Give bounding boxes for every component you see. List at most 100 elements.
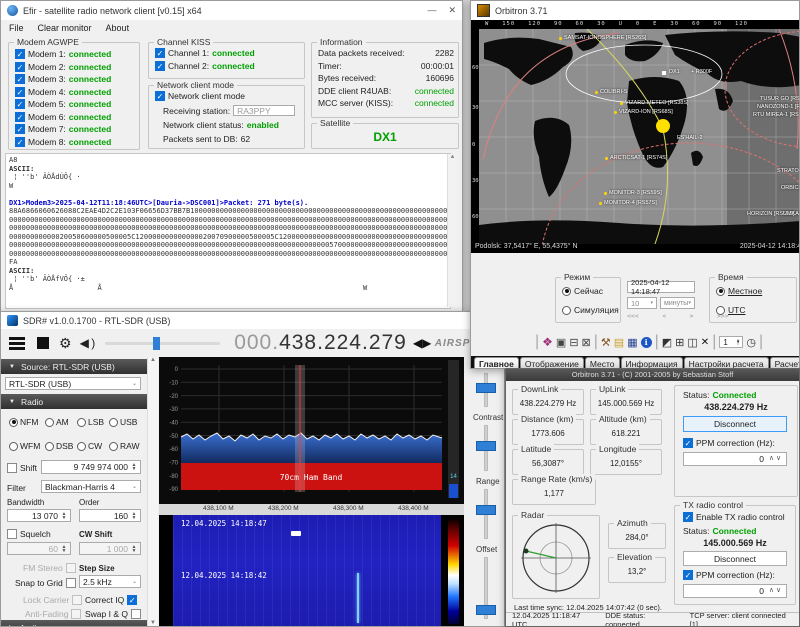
- gear-icon[interactable]: ⚙: [59, 335, 72, 352]
- waterfall-display[interactable]: 12.04.2025 14:18:47 12.04.2025 14:18:42: [159, 515, 464, 627]
- level-meter[interactable]: 14: [448, 360, 459, 498]
- sdr-titlebar[interactable]: SDR# v1.0.0.1700 - RTL-SDR (USB): [1, 312, 504, 329]
- receiving-station-input[interactable]: RA3PPY: [233, 105, 295, 116]
- modem-row[interactable]: ✓Modem 1:connected: [15, 49, 111, 59]
- rotor-titlebar[interactable]: Orbitron 3.71 - (C) 2001-2005 by Sebasti…: [506, 369, 799, 381]
- tx-enable-checkbox[interactable]: ✓: [683, 512, 693, 522]
- multiview-select[interactable]: 1▾: [719, 336, 743, 348]
- mode-dsb-radio[interactable]: [45, 442, 54, 451]
- fm-stereo-checkbox[interactable]: [66, 563, 76, 573]
- satellite-label[interactable]: MONITOR-4 [RS57S]: [599, 200, 657, 206]
- minimize-window-icon[interactable]: ⊟: [569, 336, 578, 349]
- step-unit-select[interactable]: минуты▾: [660, 297, 695, 309]
- frequency-digits[interactable]: 438.224.279: [279, 331, 407, 354]
- satellite-label[interactable]: VIZARD-METEO [RS38S]: [620, 100, 689, 106]
- stop-icon[interactable]: [37, 337, 49, 349]
- close-window-icon[interactable]: ⊠: [582, 336, 591, 349]
- lock-carrier-checkbox[interactable]: [72, 595, 82, 605]
- audio-section-header[interactable]: ▶Audio: [1, 620, 147, 627]
- mode-cw-radio[interactable]: [77, 442, 86, 451]
- modem-row[interactable]: ✓Modem 2:connected: [15, 62, 111, 72]
- step-value-select[interactable]: 10▾: [627, 297, 657, 309]
- menu-about[interactable]: About: [106, 23, 130, 33]
- step-size-select[interactable]: 2.5 kHz⌄: [79, 575, 141, 588]
- mode-lsb-radio[interactable]: [77, 418, 86, 427]
- minimize-button[interactable]: —: [427, 5, 436, 16]
- info-icon[interactable]: ℹ: [641, 337, 652, 348]
- satellite-label[interactable]: + R300F: [691, 69, 712, 75]
- tx-ppm-spinner[interactable]: 0∧ ∨: [683, 584, 787, 598]
- mode-now-radio[interactable]: Сейчас: [562, 286, 603, 296]
- table-view-icon[interactable]: ⊞: [675, 336, 684, 349]
- satellite-label[interactable]: STRATOSAT-TK1 [RS52S]: [777, 168, 800, 174]
- datetime-field[interactable]: 2025-04-12 14:18:47: [627, 281, 695, 293]
- shift-spinner[interactable]: 9 749 974 000▲▼: [41, 460, 141, 474]
- modem-row[interactable]: ✓Modem 3:connected: [15, 74, 111, 84]
- mode-nfm-radio[interactable]: [9, 418, 18, 427]
- satellite-label[interactable]: MONITOR-3 [RS59S]: [604, 190, 662, 196]
- map-view-icon[interactable]: ◩: [662, 336, 672, 349]
- satellite-label[interactable]: ORBICRAFT-ZORKIY: [781, 185, 800, 191]
- modem-row[interactable]: ✓Modem 6:connected: [15, 112, 111, 122]
- packet-monitor[interactable]: A8 ASCII: ¦ ''b' ÂÒÅdÚÔ{ · W DX1>Modem3>…: [5, 153, 451, 309]
- screenshot-icon[interactable]: ▣: [556, 336, 566, 349]
- swap-iq-checkbox[interactable]: [131, 609, 141, 619]
- anti-fading-checkbox[interactable]: [71, 609, 81, 619]
- efir-titlebar[interactable]: Efir - satellite radio network client [v…: [1, 1, 462, 20]
- shift-checkbox[interactable]: [7, 463, 17, 473]
- squelch-spinner[interactable]: 60▲▼: [7, 542, 71, 555]
- clock-icon[interactable]: ◷: [746, 336, 756, 349]
- satellite-label[interactable]: ES'HAIL-2: [677, 135, 703, 141]
- mode-raw-radio[interactable]: [109, 442, 118, 451]
- time-nav-buttons[interactable]: <<< < > >>>: [627, 312, 695, 320]
- rx-ppm-checkbox[interactable]: ✓: [683, 438, 693, 448]
- cw-shift-spinner[interactable]: 1 000▲▼: [79, 542, 141, 555]
- orbitron-titlebar[interactable]: Orbitron 3.71: [471, 1, 799, 20]
- source-select[interactable]: RTL-SDR (USB)⌄: [5, 377, 141, 390]
- menu-clear-monitor[interactable]: Clear monitor: [38, 23, 92, 33]
- modem-row[interactable]: ✓Modem 5:connected: [15, 99, 111, 109]
- contrast-slider[interactable]: [472, 425, 498, 471]
- channel-row[interactable]: ✓Channel 1:connected: [155, 48, 255, 58]
- satellite-label[interactable]: COLIBRI-S: [595, 89, 628, 95]
- mode-am-radio[interactable]: [45, 418, 54, 427]
- satellite-label[interactable]: DX1: [669, 69, 680, 75]
- tx-ppm-checkbox[interactable]: ✓: [683, 570, 693, 580]
- rx-ppm-spinner[interactable]: 0∧ ∨: [683, 452, 787, 466]
- satellite-label[interactable]: ARCTICSAT-1 [RS74S]: [605, 155, 667, 161]
- time-utc-radio[interactable]: UTC: [716, 305, 745, 315]
- spectrum-display[interactable]: 0-10 -20-30 -40-50 -60-70 -80-90 70cm Ha…: [159, 357, 464, 504]
- modem-row[interactable]: ✓Modem 7:connected: [15, 124, 111, 134]
- tune-step-arrows[interactable]: ◀▶: [413, 336, 431, 350]
- order-spinner[interactable]: 160▲▼: [79, 509, 141, 522]
- world-map[interactable]: SAMSAT-IONOSPHERE [RS26S] DX1 + R300F CO…: [479, 29, 800, 244]
- filter-select[interactable]: Blackman-Harris 4⌄: [41, 480, 141, 493]
- mode-sim-radio[interactable]: Симуляция: [562, 305, 619, 315]
- modem-row[interactable]: ✓Modem 8:connected: [15, 137, 111, 147]
- channel-row[interactable]: ✓Channel 2:connected: [155, 61, 255, 71]
- source-section-header[interactable]: ▼Source: RTL-SDR (USB): [1, 359, 147, 374]
- time-local-radio[interactable]: Местное: [716, 286, 762, 296]
- rx-disconnect-button[interactable]: Disconnect: [683, 416, 787, 432]
- split-view-icon[interactable]: ◫: [687, 336, 697, 349]
- close-button[interactable]: ✕: [448, 5, 456, 16]
- satellite-label[interactable]: UMKA-1 [RS: [783, 211, 800, 217]
- menu-icon[interactable]: [9, 337, 25, 350]
- offset-slider[interactable]: [472, 557, 498, 619]
- squelch-checkbox[interactable]: [7, 529, 17, 539]
- network-client-checkbox[interactable]: ✓Network client mode: [155, 91, 245, 101]
- satellite-label[interactable]: VIZARD-ION [RS68S]: [614, 109, 673, 115]
- menu-file[interactable]: File: [9, 23, 24, 33]
- range-slider[interactable]: [472, 489, 498, 539]
- monitor-scrollbar[interactable]: ▲: [447, 154, 457, 307]
- tools-icon[interactable]: ⚒: [601, 336, 611, 349]
- panel-scrollbar[interactable]: ▲▼: [147, 357, 158, 627]
- speaker-icon[interactable]: ◀ ): [80, 336, 96, 350]
- satellite-label[interactable]: RTU MIREA-1 [RS51S]: [753, 112, 800, 118]
- mode-usb-radio[interactable]: [109, 418, 118, 427]
- save-icon[interactable]: ▦: [627, 336, 637, 349]
- satellite-setup-icon[interactable]: ❖: [542, 335, 553, 349]
- correct-iq-checkbox[interactable]: ✓: [127, 595, 137, 605]
- snap-to-grid-checkbox[interactable]: [66, 578, 76, 588]
- frequency-display[interactable]: 000.438.224.279: [234, 331, 407, 355]
